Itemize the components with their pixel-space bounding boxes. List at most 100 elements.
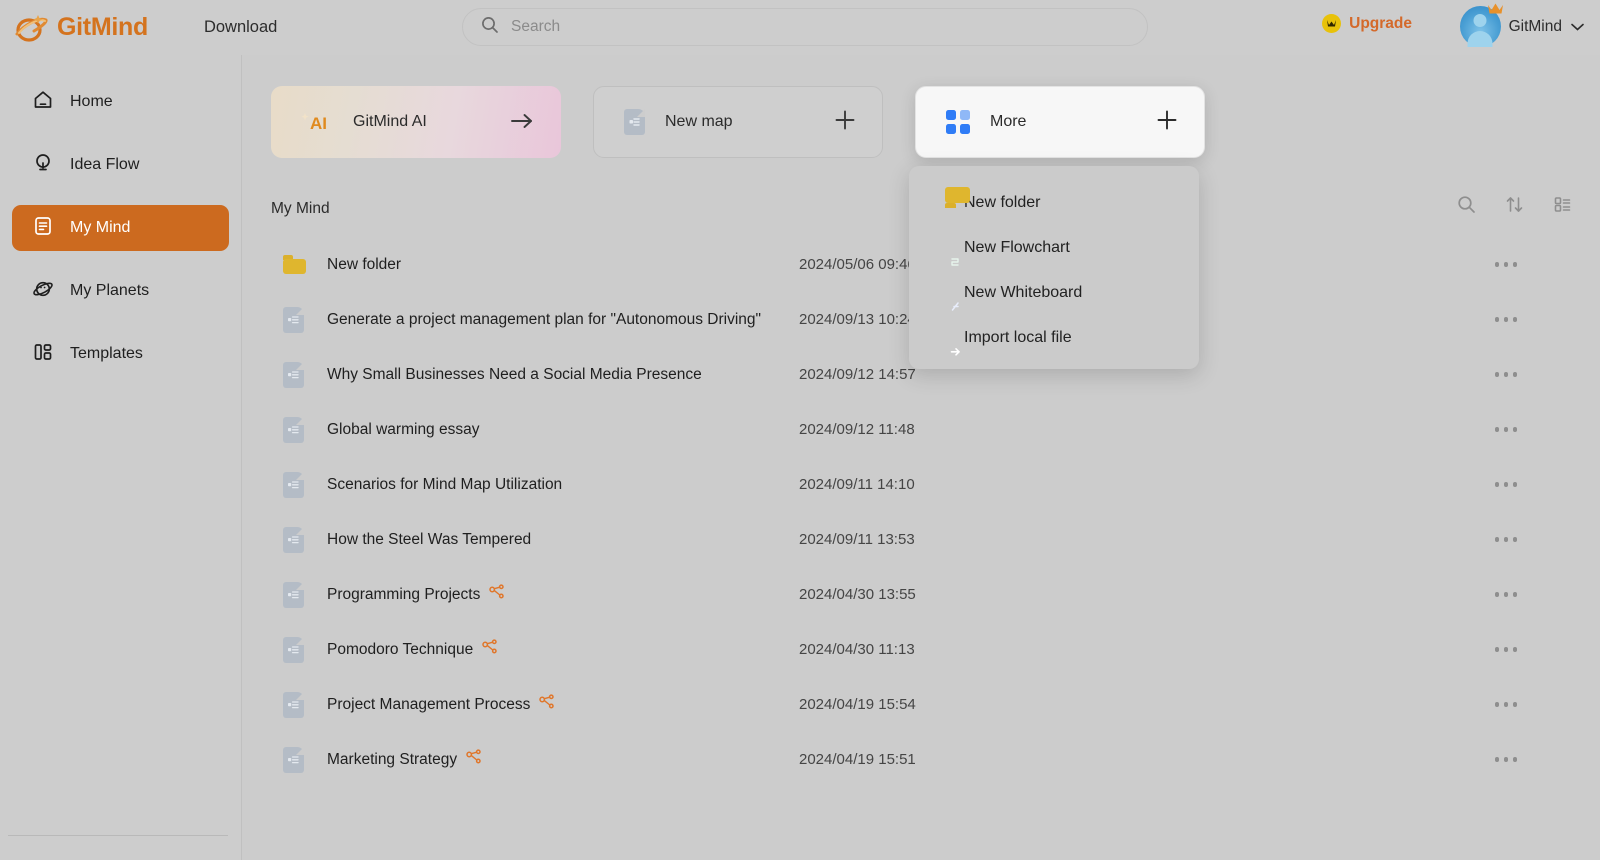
row-more-menu-icon[interactable] [1495, 262, 1518, 267]
file-date: 2024/09/12 14:57 [799, 366, 916, 383]
sidebar-item-label: My Planets [70, 282, 149, 300]
file-name: Generate a project management plan for "… [327, 311, 761, 329]
file-type-icon [271, 362, 327, 388]
card-label: More [990, 113, 1026, 131]
file-type-icon [271, 307, 327, 333]
brand-name: GitMind [57, 13, 148, 42]
sort-icon[interactable] [1505, 195, 1524, 214]
file-name: How the Steel Was Tempered [327, 531, 531, 549]
more-dropdown-menu: New folder New Flowchart New Whiteboard [909, 166, 1199, 369]
share-icon[interactable] [466, 749, 482, 770]
quick-action-cards: AI GitMind AI [271, 86, 1205, 158]
view-toggle-icon[interactable] [1553, 195, 1572, 214]
upgrade-button[interactable]: Upgrade [1322, 14, 1412, 33]
card-label: New map [665, 113, 733, 131]
list-toolbar [1457, 195, 1572, 214]
row-more-menu-icon[interactable] [1495, 372, 1518, 377]
dropdown-item-new-whiteboard[interactable]: New Whiteboard [909, 270, 1199, 315]
sidebar-item-home[interactable]: Home [12, 79, 229, 125]
share-icon[interactable] [489, 584, 505, 605]
table-row[interactable]: Global warming essay 2024/09/12 11:48 [271, 402, 1571, 457]
table-row[interactable]: Programming Projects 2024/04/30 13:55 [271, 567, 1571, 622]
file-date: 2024/04/19 15:51 [799, 751, 916, 768]
plus-icon[interactable] [834, 109, 856, 136]
row-more-menu-icon[interactable] [1495, 702, 1518, 707]
lightbulb-icon [32, 152, 54, 179]
gitmind-ai-card[interactable]: AI GitMind AI [271, 86, 561, 158]
plus-icon[interactable] [1156, 109, 1178, 136]
sidebar-item-templates[interactable]: Templates [12, 331, 229, 377]
file-type-icon [271, 692, 327, 718]
sidebar-item-idea-flow[interactable]: Idea Flow [12, 142, 229, 188]
upgrade-label: Upgrade [1349, 15, 1412, 33]
dropdown-item-import-local-file[interactable]: Import local file [909, 315, 1199, 360]
file-name-text: Generate a project management plan for "… [327, 311, 761, 329]
row-more-menu-icon[interactable] [1495, 592, 1518, 597]
crown-badge-icon [1322, 14, 1341, 33]
mindmap-doc-icon [624, 109, 645, 135]
planet-icon [32, 278, 54, 305]
table-row[interactable]: How the Steel Was Tempered 2024/09/11 13… [271, 512, 1571, 567]
file-name: Programming Projects [327, 584, 505, 605]
table-row[interactable]: Pomodoro Technique 2024/04/30 11:13 [271, 622, 1571, 677]
sidebar-item-my-mind[interactable]: My Mind [12, 205, 229, 251]
row-more-menu-icon[interactable] [1495, 427, 1518, 432]
arrow-right-icon[interactable] [510, 110, 535, 135]
table-row[interactable]: Marketing Strategy 2024/04/19 15:51 [271, 732, 1571, 787]
home-icon [32, 89, 54, 116]
new-map-card[interactable]: New map [593, 86, 883, 158]
templates-grid-icon [32, 341, 54, 368]
ai-sparkle-icon: AI [301, 108, 333, 136]
card-label: GitMind AI [353, 113, 427, 131]
file-name: Project Management Process [327, 694, 555, 715]
share-icon[interactable] [539, 694, 555, 715]
mindmap-doc-icon [283, 582, 304, 608]
file-name-text: New folder [327, 256, 401, 274]
file-name: Why Small Businesses Need a Social Media… [327, 366, 702, 384]
sidebar-item-label: Idea Flow [70, 156, 139, 174]
sidebar-item-my-planets[interactable]: My Planets [12, 268, 229, 314]
file-name: Pomodoro Technique [327, 639, 498, 660]
search-icon[interactable] [1457, 195, 1476, 214]
sidebar-item-label: Templates [70, 345, 143, 363]
document-lines-icon [32, 215, 54, 242]
file-name: Scenarios for Mind Map Utilization [327, 476, 562, 494]
search-bar[interactable] [462, 8, 1148, 46]
brand-logo[interactable]: GitMind [14, 13, 148, 43]
sidebar: Home Idea Flow My Mind [0, 55, 242, 860]
file-date: 2024/09/12 11:48 [799, 421, 915, 438]
mindmap-doc-icon [283, 307, 304, 333]
row-more-menu-icon[interactable] [1495, 482, 1518, 487]
file-type-icon [271, 582, 327, 608]
more-card[interactable]: More [915, 86, 1205, 158]
table-row[interactable]: Project Management Process 2024/04/19 15… [271, 677, 1571, 732]
download-link[interactable]: Download [204, 18, 277, 37]
mindmap-doc-icon [283, 527, 304, 553]
file-date: 2024/09/11 14:10 [799, 476, 915, 493]
row-more-menu-icon[interactable] [1495, 647, 1518, 652]
file-type-icon [271, 637, 327, 663]
mindmap-doc-icon [283, 417, 304, 443]
share-icon[interactable] [482, 639, 498, 660]
file-name: Global warming essay [327, 421, 479, 439]
row-more-menu-icon[interactable] [1495, 317, 1518, 322]
file-date: 2024/04/30 13:55 [799, 586, 916, 603]
dropdown-item-new-flowchart[interactable]: New Flowchart [909, 225, 1199, 270]
file-name-text: Why Small Businesses Need a Social Media… [327, 366, 702, 384]
file-name-text: Pomodoro Technique [327, 641, 473, 659]
mindmap-doc-icon [283, 362, 304, 388]
search-icon [481, 16, 499, 39]
gitmind-logo-icon [14, 13, 48, 43]
file-name-text: Programming Projects [327, 586, 480, 604]
search-input[interactable] [511, 18, 1111, 36]
row-more-menu-icon[interactable] [1495, 757, 1518, 762]
sidebar-item-label: Home [70, 93, 113, 111]
user-menu[interactable]: GitMind [1460, 6, 1584, 47]
row-more-menu-icon[interactable] [1495, 537, 1518, 542]
file-date: 2024/05/06 09:46 [799, 256, 916, 273]
table-row[interactable]: Scenarios for Mind Map Utilization 2024/… [271, 457, 1571, 512]
dropdown-item-new-folder[interactable]: New folder [909, 180, 1199, 225]
svg-text:AI: AI [310, 114, 327, 133]
dropdown-item-label: New Flowchart [964, 239, 1070, 257]
avatar [1460, 6, 1501, 47]
